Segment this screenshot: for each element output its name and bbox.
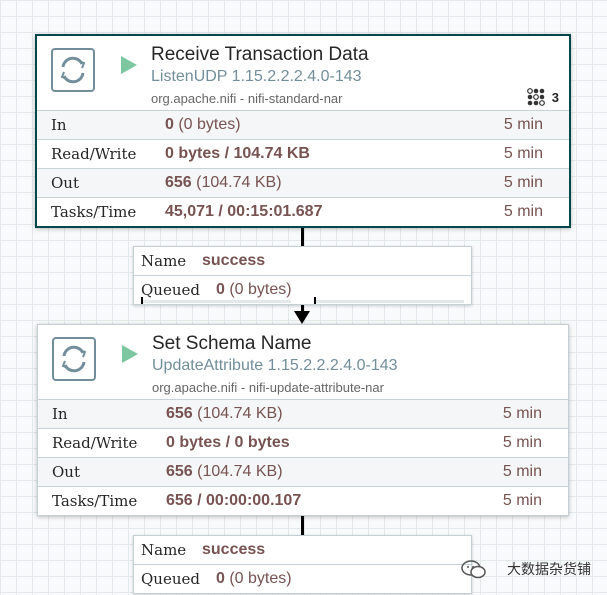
connection-name-value: success [202, 541, 266, 558]
stats-row-out: Out 656 (104.74 KB) 5 min [38, 457, 568, 486]
stat-label: Out [51, 174, 79, 192]
stat-value: 0 bytes / 0 bytes [166, 434, 290, 451]
stats-row-in: In 656 (104.74 KB) 5 min [38, 399, 568, 428]
stat-label: Tasks/Time [52, 492, 138, 510]
connection-name-value: success [202, 252, 266, 269]
connection-arrow-icon [294, 311, 310, 324]
stat-time: 5 min [503, 203, 543, 220]
processor-header: Receive Transaction Data ListenUDP 1.15.… [37, 36, 569, 110]
watermark-text: 大数据杂货铺 [507, 561, 591, 577]
connection-label[interactable]: Name success Queued 0 (0 bytes) [133, 535, 472, 594]
connection-name-row: Name success [134, 536, 471, 564]
connection-queued-row: Queued 0 (0 bytes) [134, 564, 471, 593]
processor-name: Receive Transaction Data [151, 44, 369, 65]
processor-icon [51, 48, 95, 92]
running-state-icon [122, 345, 138, 363]
connection-queued-label: Queued [141, 281, 200, 299]
stat-time: 5 min [502, 434, 542, 451]
stats-row-read-write: Read/Write 0 bytes / 0 bytes 5 min [38, 428, 568, 457]
processor-set-schema-name[interactable]: Set Schema Name UpdateAttribute 1.15.2.2… [37, 324, 569, 516]
stats-row-read-write: Read/Write 0 bytes / 104.74 KB 5 min [37, 139, 569, 168]
stat-value: 656 (104.74 KB) [165, 174, 282, 191]
connection-queued-value: 0 (0 bytes) [216, 281, 292, 298]
stat-label: Tasks/Time [51, 203, 137, 221]
processor-bundle: org.apache.nifi - nifi-update-attribute-… [152, 380, 384, 395]
active-tasks-count: 3 [551, 90, 559, 105]
stat-time: 5 min [502, 405, 542, 422]
running-state-icon [121, 56, 137, 74]
stat-label: In [52, 405, 68, 423]
stats-row-out: Out 656 (104.74 KB) 5 min [37, 168, 569, 197]
stat-value: 656 / 00:00:00.107 [166, 492, 302, 509]
stat-value: 656 (104.74 KB) [166, 405, 283, 422]
processor-bundle: org.apache.nifi - nifi-standard-nar [151, 91, 343, 106]
stat-time: 5 min [503, 145, 543, 162]
processor-type: UpdateAttribute 1.15.2.2.2.4.0-143 [152, 357, 398, 374]
stat-value: 656 (104.74 KB) [166, 463, 283, 480]
stat-label: Read/Write [52, 434, 138, 452]
stat-time: 5 min [503, 116, 543, 133]
backpressure-tick [314, 297, 316, 304]
processor-header: Set Schema Name UpdateAttribute 1.15.2.2… [38, 325, 568, 399]
stat-label: In [51, 116, 67, 134]
wechat-icon [461, 560, 486, 579]
processor-type: ListenUDP 1.15.2.2.2.4.0-143 [151, 68, 362, 85]
connection-queued-label: Queued [141, 570, 200, 588]
stats-row-tasks-time: Tasks/Time 45,071 / 00:15:01.687 5 min [37, 197, 569, 226]
stat-label: Out [52, 463, 80, 481]
stat-time: 5 min [502, 463, 542, 480]
connection-name-row: Name success [134, 247, 471, 275]
connection-queued-row: Queued 0 (0 bytes) [134, 275, 471, 304]
active-tasks-icon [527, 88, 545, 106]
processor-receive-transaction-data[interactable]: Receive Transaction Data ListenUDP 1.15.… [35, 34, 571, 228]
stats-row-tasks-time: Tasks/Time 656 / 00:00:00.107 5 min [38, 486, 568, 515]
stat-value: 45,071 / 00:15:01.687 [165, 203, 323, 220]
backpressure-tick [141, 297, 143, 304]
stat-time: 5 min [502, 492, 542, 509]
backpressure-count-bar [141, 300, 291, 303]
stat-value: 0 bytes / 104.74 KB [165, 145, 310, 162]
connection-label[interactable]: Name success Queued 0 (0 bytes) [133, 246, 472, 305]
stat-time: 5 min [503, 174, 543, 191]
connection-name-label: Name [141, 541, 187, 559]
backpressure-size-bar [314, 300, 464, 303]
connection-queued-value: 0 (0 bytes) [216, 570, 292, 587]
connection-name-label: Name [141, 252, 187, 270]
stat-label: Read/Write [51, 145, 137, 163]
processor-icon [52, 337, 96, 381]
stat-value: 0 (0 bytes) [165, 116, 241, 133]
processor-name: Set Schema Name [152, 333, 312, 354]
stats-row-in: In 0 (0 bytes) 5 min [37, 110, 569, 139]
